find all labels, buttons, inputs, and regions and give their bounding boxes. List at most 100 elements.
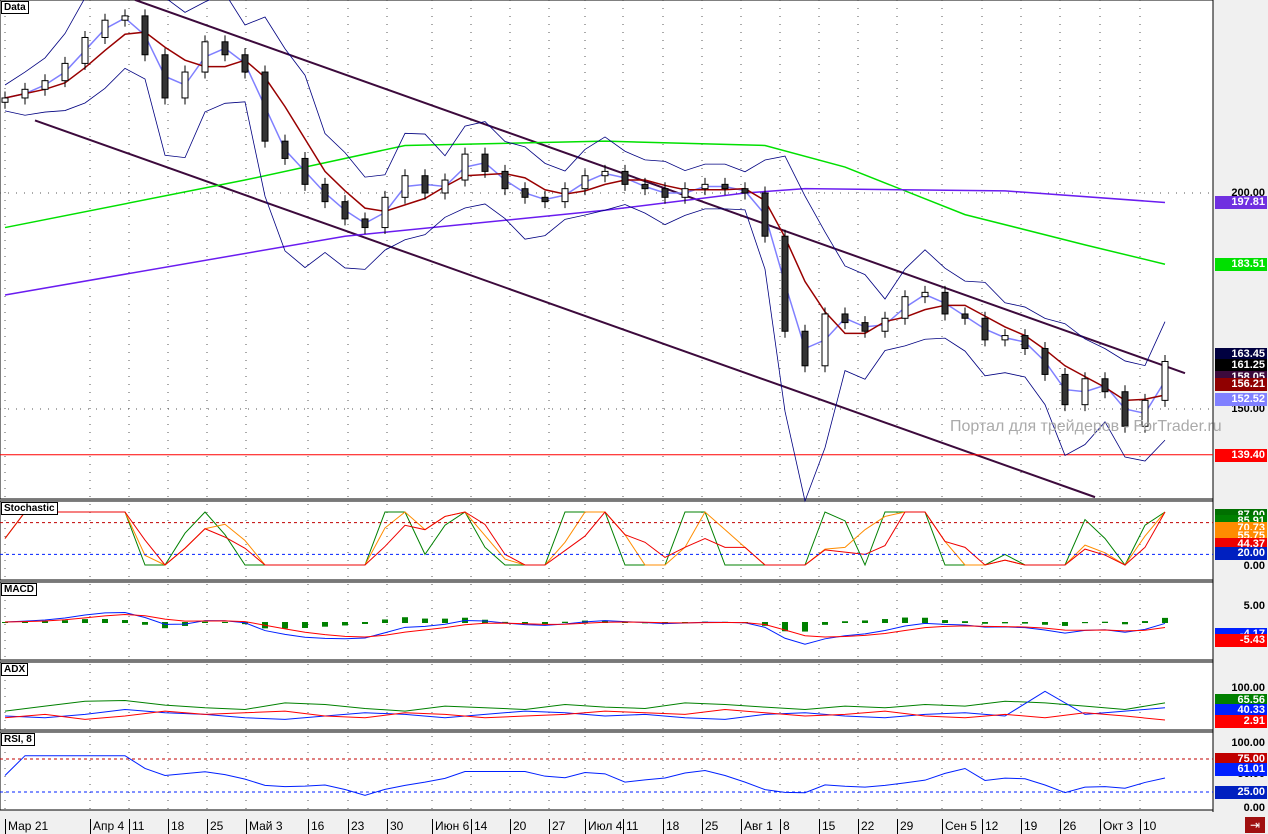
macd-histogram-bar bbox=[1082, 622, 1088, 624]
panel-4 bbox=[0, 731, 1214, 811]
candle-body bbox=[101, 19, 109, 38]
x-tick-label: 15 bbox=[819, 819, 835, 834]
macd-histogram-bar bbox=[122, 620, 128, 623]
x-tick-label: Авг 1 bbox=[741, 819, 773, 834]
candle-body bbox=[1101, 378, 1109, 393]
candle-body bbox=[341, 201, 349, 220]
x-tick-label: 14 bbox=[471, 819, 487, 834]
chart-canvas[interactable] bbox=[0, 0, 1268, 834]
macd-histogram-bar bbox=[62, 620, 68, 623]
macd-histogram-bar bbox=[82, 619, 88, 623]
rsi-axis-label: 100.00 bbox=[1231, 737, 1265, 749]
x-tick-label: Июн 6 bbox=[432, 819, 469, 834]
candle-body bbox=[621, 170, 629, 185]
macd-histogram-bar bbox=[402, 617, 408, 623]
panel-label-rsi: RSI, 8 bbox=[1, 733, 35, 746]
price-tag: 197.81 bbox=[1215, 196, 1267, 210]
macd-histogram-bar bbox=[882, 619, 888, 623]
candle-body bbox=[201, 41, 209, 73]
candle-body bbox=[281, 140, 289, 159]
macd-histogram-bar bbox=[1102, 621, 1108, 623]
macd-histogram-bar bbox=[302, 622, 308, 628]
candle-body bbox=[241, 54, 249, 73]
candle-body bbox=[781, 235, 789, 332]
candle-body bbox=[921, 291, 929, 298]
candle-body bbox=[741, 188, 749, 194]
macd-histogram-bar bbox=[802, 622, 808, 632]
candle-body bbox=[1001, 335, 1009, 341]
macd-histogram-bar bbox=[342, 622, 348, 626]
macd-histogram-bar bbox=[842, 621, 848, 623]
panel-label-stochastic: Stochastic bbox=[1, 502, 58, 515]
macd-histogram-bar bbox=[142, 622, 148, 625]
price-tag: 139.40 bbox=[1215, 448, 1267, 462]
panel-label-data: Data bbox=[1, 1, 29, 14]
candle-body bbox=[641, 183, 649, 190]
macd-histogram-bar bbox=[982, 622, 988, 624]
x-tick-label: 18 bbox=[168, 819, 184, 834]
macd-histogram-bar bbox=[1062, 622, 1068, 626]
candle-body bbox=[1081, 378, 1089, 406]
candle-body bbox=[61, 62, 69, 82]
candle-body bbox=[1161, 360, 1169, 401]
x-tick-label: 18 bbox=[663, 819, 679, 834]
price-tag: 152.52 bbox=[1215, 393, 1267, 407]
candle-body bbox=[561, 188, 569, 203]
trading-chart[interactable]: Data Stochastic MACD ADX RSI, 8 Портал д… bbox=[0, 0, 1268, 834]
macd-histogram-bar bbox=[922, 617, 928, 623]
x-tick-label: 25 bbox=[702, 819, 718, 834]
macd-histogram-bar bbox=[362, 622, 368, 624]
macd-axis-label: 5.00 bbox=[1243, 600, 1265, 612]
macd-histogram-bar bbox=[382, 619, 388, 623]
candle-body bbox=[1021, 335, 1029, 350]
candle-body bbox=[321, 183, 329, 203]
candle-body bbox=[1041, 348, 1049, 375]
macd-histogram-bar bbox=[102, 618, 108, 623]
macd-histogram-bar bbox=[1162, 617, 1168, 623]
x-tick-label: Май 3 bbox=[246, 819, 283, 834]
rsi-axis-label: 0.00 bbox=[1243, 802, 1265, 814]
price-tag: 183.51 bbox=[1215, 258, 1267, 272]
x-tick-label: 8 bbox=[780, 819, 790, 834]
x-tick-label: 16 bbox=[308, 819, 324, 834]
macd-histogram-bar bbox=[162, 622, 168, 629]
panel-label-macd: MACD bbox=[1, 583, 37, 596]
x-tick-label: 11 bbox=[129, 819, 144, 834]
macd-histogram-bar bbox=[542, 622, 548, 624]
candle-body bbox=[521, 188, 529, 198]
candle-body bbox=[581, 175, 589, 190]
price-tag: 156.21 bbox=[1215, 378, 1267, 392]
candle-body bbox=[941, 291, 949, 315]
candle-body bbox=[301, 157, 309, 185]
panel-3 bbox=[0, 661, 1214, 731]
candle-body bbox=[221, 41, 229, 56]
candle-body bbox=[461, 153, 469, 181]
candle-body bbox=[861, 322, 869, 332]
candle-body bbox=[381, 196, 389, 229]
macd-histogram-bar bbox=[222, 621, 228, 623]
candle-body bbox=[961, 313, 969, 319]
x-tick-label: 26 bbox=[1060, 819, 1076, 834]
rsi-value-tag: 25.00 bbox=[1215, 786, 1267, 799]
candle-body bbox=[881, 317, 889, 332]
x-tick-label: Мар 21 bbox=[5, 819, 48, 834]
candle-body bbox=[401, 175, 409, 198]
x-tick-label: 12 bbox=[982, 819, 998, 834]
macd-histogram-bar bbox=[962, 621, 968, 623]
adx-axis-label: 100.00 bbox=[1231, 682, 1265, 694]
rsi-value-tag: 61.01 bbox=[1215, 763, 1267, 776]
candle-body bbox=[841, 313, 849, 324]
panel-label-adx: ADX bbox=[1, 663, 29, 676]
x-tick-label: 19 bbox=[1021, 819, 1037, 834]
candle-body bbox=[981, 317, 989, 341]
x-tick-label: Апр 4 bbox=[90, 819, 124, 834]
exit-icon[interactable]: ⇥ bbox=[1245, 817, 1265, 833]
watermark: Портал для трейдеров - ForTrader.ru bbox=[950, 418, 1222, 435]
candle-body bbox=[361, 218, 369, 229]
candle-body bbox=[821, 313, 829, 367]
macd-histogram-bar bbox=[902, 617, 908, 623]
x-tick-label: 11 bbox=[623, 819, 638, 834]
adx-value-tag: 2.91 bbox=[1215, 715, 1267, 728]
macd-histogram-bar bbox=[1002, 622, 1008, 624]
stochastic-value-tag: 20.00 bbox=[1215, 547, 1267, 560]
